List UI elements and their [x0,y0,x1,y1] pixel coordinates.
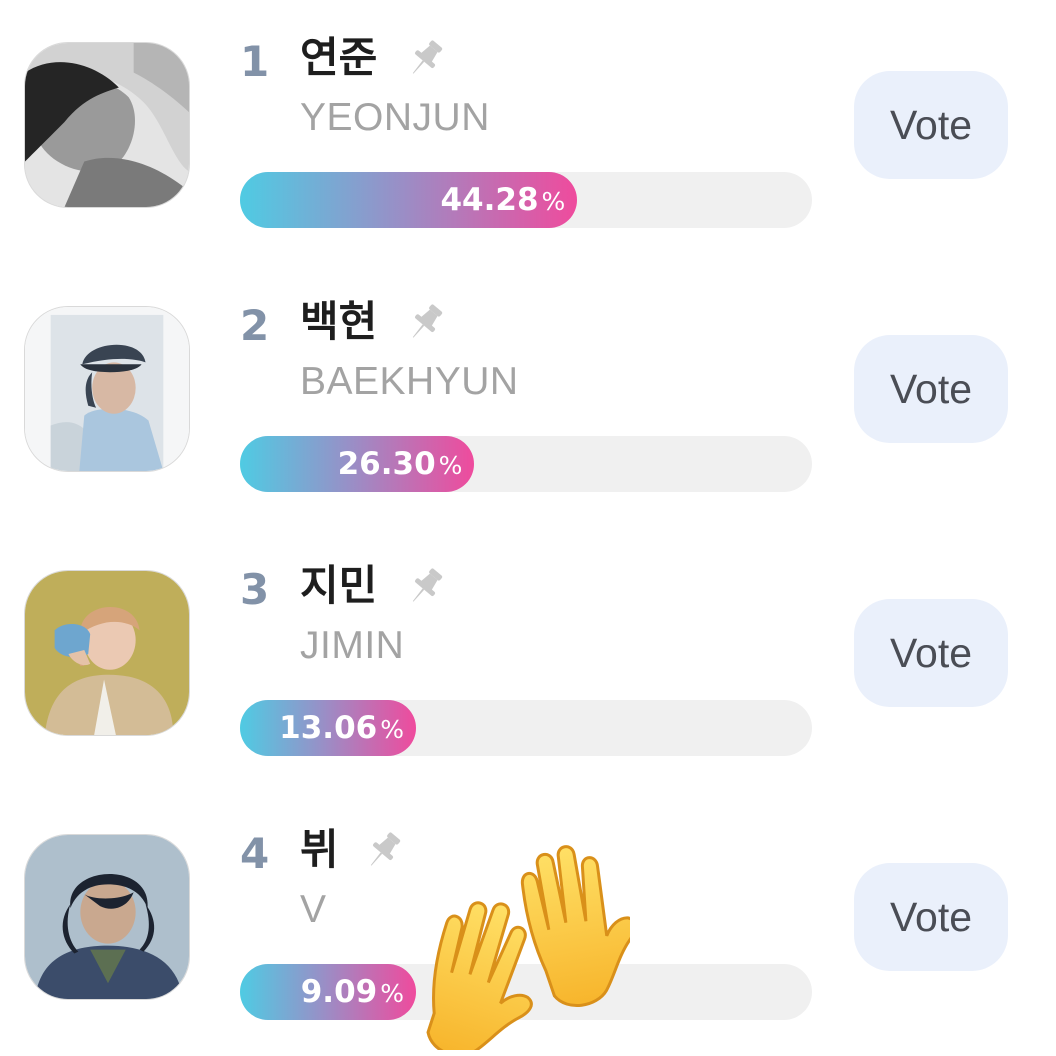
percent-symbol: % [541,187,566,216]
candidate-name-english: V [300,888,327,931]
percent-symbol: % [438,451,463,480]
candidate-row-3: 3 지민 JIMIN 13.06% Vote [0,528,1056,792]
candidate-name-korean: 뷔 [300,825,339,874]
candidate-row-1: 1 연준 YEONJUN 44.28% Vote [0,0,1056,264]
candidate-name-korean: 지민 [300,561,378,610]
candidate-name-korean: 백현 [300,297,378,346]
candidate-name-english: YEONJUN [300,96,490,139]
vote-share-label: 9.09% [301,964,404,1020]
candidate-row-4: 4 뷔 V 9.09% Vote [0,792,1056,1056]
candidate-photo [24,570,190,736]
candidate-photo [24,42,190,208]
vote-share-label: 44.28% [440,172,565,228]
candidate-row-2: 2 백현 BAEKHYUN 26.30% Vote [0,264,1056,528]
vote-share-label: 26.30% [338,436,463,492]
pin-icon[interactable] [404,36,448,80]
vote-share-value: 9.09 [300,974,378,1010]
rank-number: 2 [240,301,270,350]
vote-button[interactable]: Vote [854,71,1008,179]
vote-share-value: 26.30 [337,446,436,482]
percent-symbol: % [380,979,404,1008]
pin-icon[interactable] [362,828,406,872]
vote-share-fill: 13.06% [240,700,416,756]
vote-share-fill: 26.30% [240,436,475,492]
vote-button[interactable]: Vote [854,863,1008,971]
vote-share-bar: 9.09% [240,964,812,1020]
candidate-name-english: BAEKHYUN [300,360,519,403]
pin-icon[interactable] [404,564,448,608]
vote-share-value: 13.06 [279,710,378,746]
percent-symbol: % [380,715,404,744]
vote-button[interactable]: Vote [854,335,1008,443]
candidate-photo [24,306,190,472]
pin-icon[interactable] [404,300,448,344]
vote-button[interactable]: Vote [854,599,1008,707]
candidate-name-english: JIMIN [300,624,405,667]
vote-share-fill: 9.09% [240,964,416,1020]
vote-share-bar: 13.06% [240,700,812,756]
rank-number: 1 [240,37,270,86]
vote-share-value: 44.28 [440,182,539,218]
candidate-photo [24,834,190,1000]
vote-share-fill: 44.28% [240,172,578,228]
vote-share-bar: 26.30% [240,436,812,492]
vote-share-bar: 44.28% [240,172,812,228]
vote-share-label: 13.06% [279,700,404,756]
candidate-name-korean: 연준 [300,33,378,82]
rank-number: 3 [240,565,270,614]
rank-number: 4 [240,829,270,878]
